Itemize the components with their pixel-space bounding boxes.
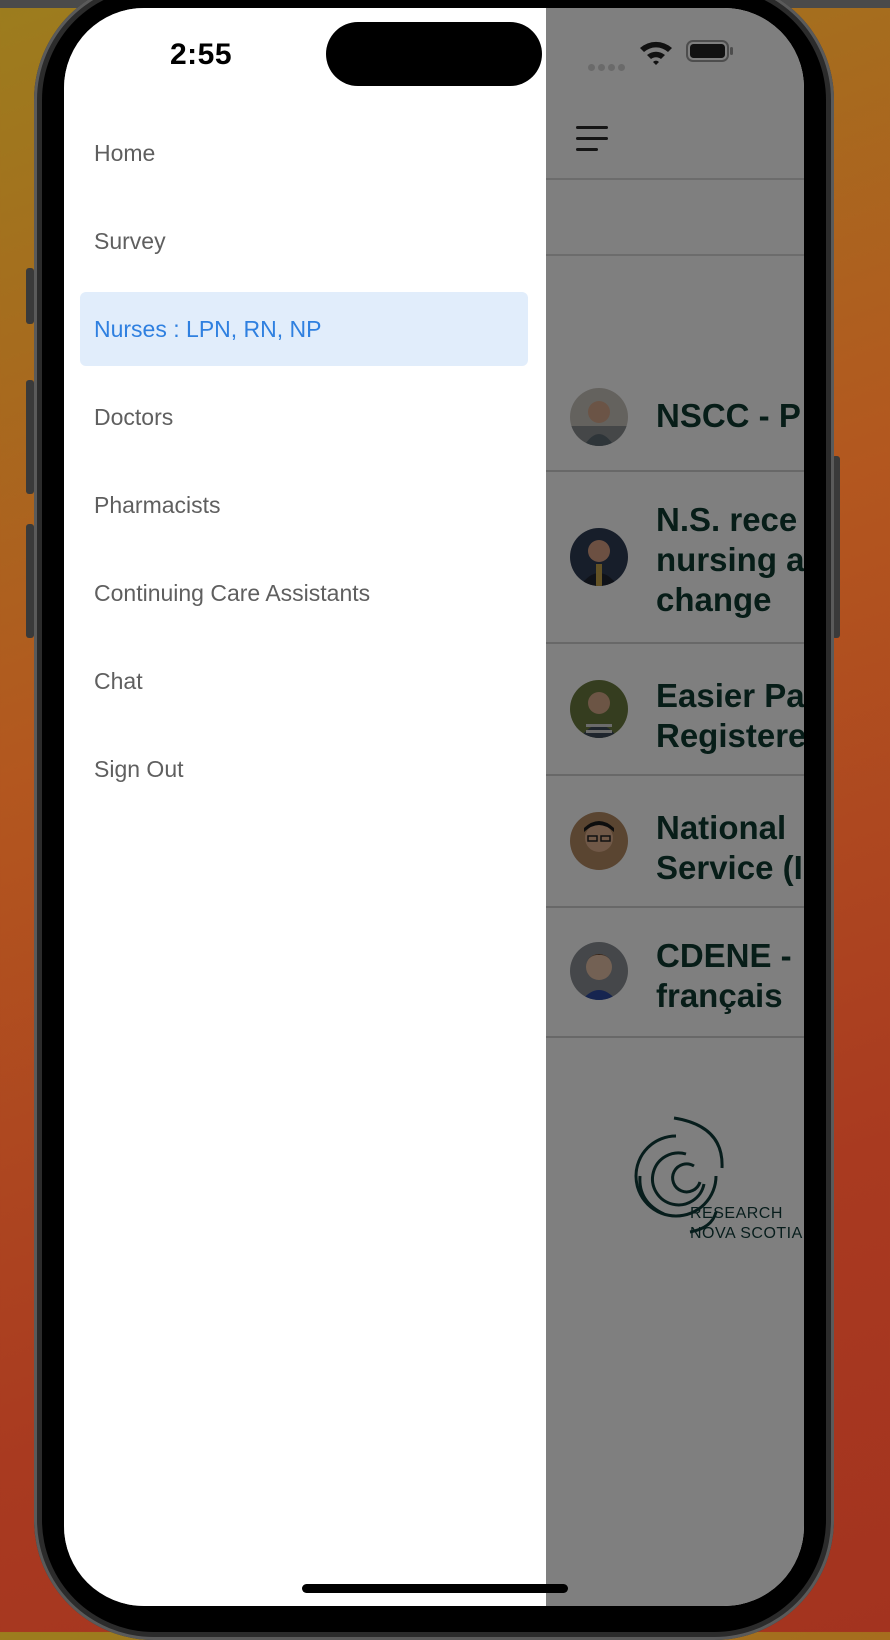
- dynamic-island: [326, 22, 542, 86]
- drawer-item-home[interactable]: Home: [80, 116, 528, 190]
- drawer-item-pharmacists[interactable]: Pharmacists: [80, 468, 528, 542]
- drawer-item-sign-out[interactable]: Sign Out: [80, 732, 528, 806]
- status-time: 2:55: [170, 38, 233, 71]
- home-indicator[interactable]: [302, 1584, 568, 1593]
- volume-down-button: [26, 524, 34, 638]
- battery-icon: [686, 40, 733, 62]
- cellular-signal-icon: [588, 58, 628, 76]
- drawer-item-nurses[interactable]: Nurses : LPN, RN, NP: [80, 292, 528, 366]
- drawer-item-doctors[interactable]: Doctors: [80, 380, 528, 454]
- phone-screen: NSCC - P N.S. rece nursing a change Easi…: [64, 8, 804, 1606]
- drawer-item-continuing-care-assistants[interactable]: Continuing Care Assistants: [80, 556, 528, 630]
- action-button: [26, 268, 34, 324]
- volume-up-button: [26, 380, 34, 494]
- drawer-item-chat[interactable]: Chat: [80, 644, 528, 718]
- navigation-drawer: Home Survey Nurses : LPN, RN, NP Doctors…: [64, 8, 546, 1606]
- wifi-icon: [640, 41, 672, 65]
- drawer-item-survey[interactable]: Survey: [80, 204, 528, 278]
